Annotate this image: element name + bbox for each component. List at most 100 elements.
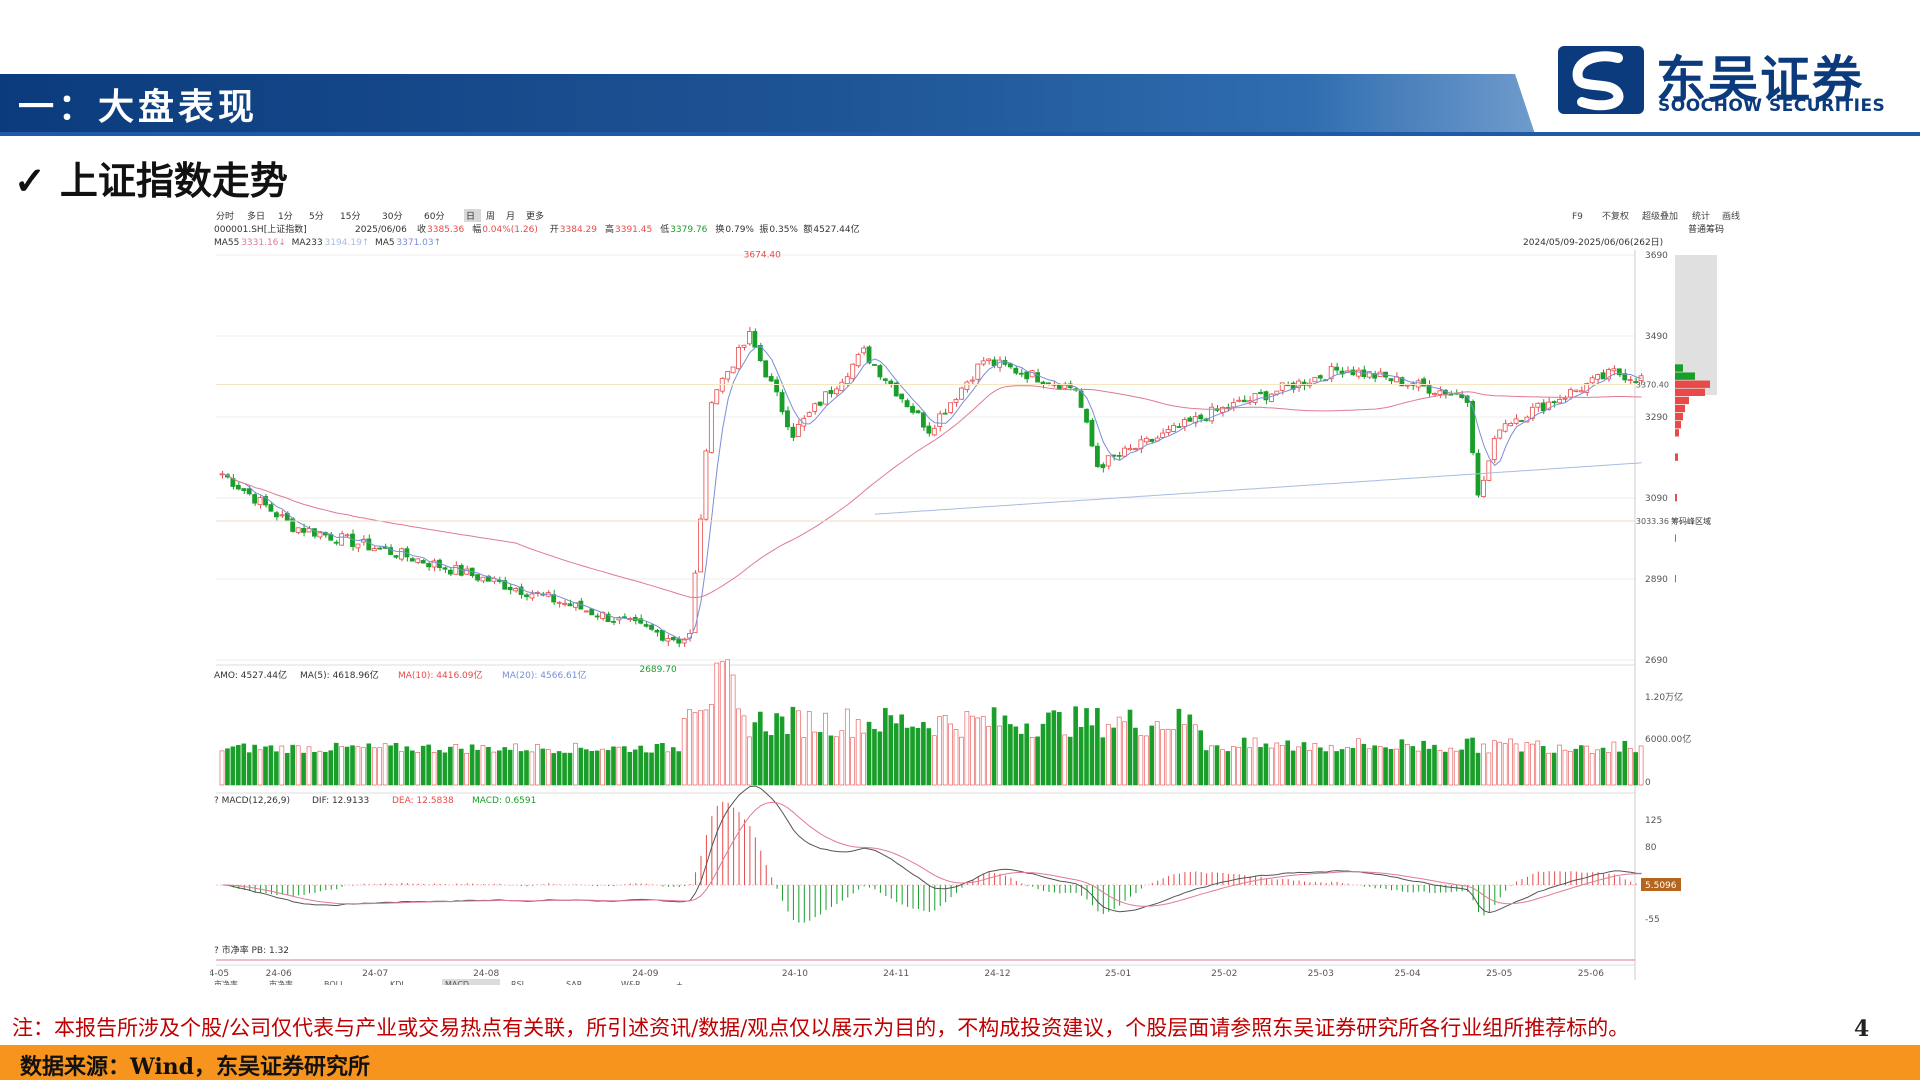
volume-bar: [279, 745, 285, 786]
volume-bar: [1073, 706, 1078, 786]
candle-body: [415, 558, 421, 563]
candle-body: [317, 532, 323, 538]
toolbar-item-1[interactable]: 不复权: [1602, 210, 1629, 222]
volume-bar: [219, 750, 225, 786]
candle-body: [714, 389, 720, 405]
candle-body: [969, 379, 975, 382]
volume-bar: [904, 727, 910, 786]
candle-body: [611, 621, 616, 623]
period-tab-2[interactable]: 1分: [278, 211, 293, 222]
candle-body: [1540, 402, 1546, 412]
period-tab-7[interactable]: 日: [466, 211, 475, 222]
candle-body: [589, 608, 595, 616]
period-tab-5[interactable]: 30分: [382, 211, 402, 222]
chip-peak-value: 3033.36: [1636, 517, 1669, 526]
volume-bar: [518, 751, 524, 786]
volume-bar: [1100, 737, 1106, 786]
company-logo: 东吴证券 SOOCHOW SECURITIES: [1556, 40, 1916, 120]
indicator-tab-3[interactable]: KDJ: [390, 980, 404, 985]
candle-body: [1143, 437, 1149, 443]
indicator-tab-5[interactable]: RSI: [511, 980, 524, 985]
indicator-tab-6[interactable]: SAR: [566, 980, 583, 985]
volume-bar: [1269, 747, 1274, 786]
candle-body: [850, 363, 856, 380]
volume-bar: [1290, 750, 1296, 786]
indicator-tab-7[interactable]: W&R: [621, 980, 641, 985]
candle-body: [888, 380, 894, 385]
volume-bar: [1317, 747, 1323, 786]
volume-bar: [486, 746, 491, 786]
volume-bar: [1247, 747, 1252, 786]
amo-legend-0: AMO: 4527.44亿: [214, 669, 287, 681]
volume-bar: [1274, 742, 1280, 786]
candle-body: [1404, 384, 1410, 387]
candle-body: [475, 574, 480, 581]
volume-bar: [1334, 751, 1339, 786]
volume-bar: [1236, 746, 1242, 786]
period-tab-8[interactable]: 周: [486, 211, 495, 222]
period-tab-1[interactable]: 多日: [247, 210, 265, 222]
candle-body: [942, 412, 948, 415]
volume-bar: [437, 750, 442, 786]
ma-legend-4: MA5: [375, 238, 395, 248]
ma-legend-5: 3371.03↑: [396, 238, 441, 248]
period-tab-0[interactable]: 分时: [216, 210, 234, 222]
volume-bar: [703, 709, 709, 786]
index-chart: 分时多日1分5分15分30分60分日周月更多F9不复权超级叠加统计画线工具«普通…: [210, 209, 1740, 985]
toolbar-item-2[interactable]: 超级叠加: [1642, 210, 1678, 222]
volume-bar: [709, 704, 714, 786]
volume-bar: [921, 722, 926, 786]
logo-english-name: SOOCHOW SECURITIES: [1658, 96, 1886, 116]
candle-body: [339, 533, 345, 546]
quote-field-7: 3384.29: [560, 225, 597, 235]
volume-bar: [306, 746, 312, 786]
candle-body: [1481, 479, 1486, 497]
chip-bar: [1675, 429, 1679, 437]
volume-bar: [1051, 710, 1057, 786]
volume-bar: [1062, 734, 1068, 786]
volume-bar: [622, 746, 627, 786]
date-range-label: 2024/05/09-2025/06/06(262日): [1523, 237, 1663, 248]
volume-bar: [1084, 708, 1089, 786]
candle-body: [736, 346, 741, 370]
toolbar-item-3[interactable]: 统计: [1692, 210, 1710, 222]
period-tab-9[interactable]: 月: [506, 211, 515, 222]
indicator-tab-2[interactable]: BOLL: [324, 980, 345, 985]
volume-bar: [246, 752, 252, 786]
indicator-tab-0[interactable]: 市净率: [214, 979, 238, 985]
x-tick-6: 24-11: [883, 969, 909, 979]
data-source: 数据来源：Wind，东吴证券研究所: [20, 1054, 371, 1080]
candle-body: [1486, 460, 1492, 481]
quote-field-2: 收: [417, 223, 426, 235]
toolbar-item-0[interactable]: F9: [1572, 212, 1583, 222]
volume-bar: [1638, 745, 1644, 786]
candle-body: [872, 364, 877, 366]
candle-body: [1350, 369, 1356, 376]
price-tick-2: 3290: [1645, 413, 1668, 423]
period-tab-10[interactable]: 更多: [526, 210, 544, 222]
volume-bar: [453, 744, 459, 786]
period-tab-6[interactable]: 60分: [424, 211, 444, 222]
candle-body: [1094, 445, 1100, 467]
period-tab-3[interactable]: 5分: [309, 211, 324, 222]
toolbar-item-4[interactable]: 画线: [1722, 210, 1740, 222]
chip-zone-label: 筹码峰区域: [1671, 516, 1711, 526]
candle-body: [1007, 363, 1013, 368]
volume-bar: [752, 722, 758, 786]
slide-subtitle: ✓ 上证指数走势: [14, 150, 288, 205]
indicator-tab-8[interactable]: +: [676, 980, 683, 985]
volume-bar: [1203, 750, 1209, 786]
quote-field-8: 高: [605, 223, 614, 235]
candle-body: [409, 558, 415, 562]
ma-legend-1: 3331.16↓: [241, 238, 286, 248]
volume-bar: [627, 752, 633, 786]
volume-bar: [1105, 724, 1111, 786]
candle-body: [1024, 371, 1030, 380]
volume-bar: [611, 746, 616, 786]
period-tab-4[interactable]: 15分: [340, 211, 360, 222]
volume-bar: [959, 736, 964, 786]
volume-bar: [1383, 747, 1388, 786]
volume-bar: [1366, 748, 1372, 786]
indicator-tab-1[interactable]: 市净率: [269, 979, 293, 985]
indicator-tab-4[interactable]: MACD: [445, 980, 469, 985]
